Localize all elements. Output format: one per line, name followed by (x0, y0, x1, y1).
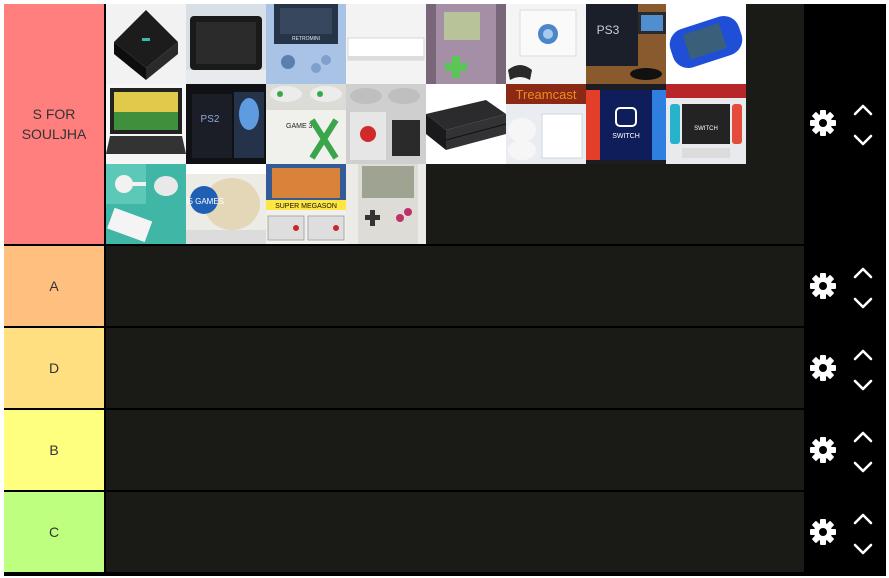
dark-console-tile[interactable] (106, 4, 186, 84)
move-down-chevron-icon[interactable] (852, 296, 874, 310)
tier-controls-b (804, 410, 886, 490)
move-down-chevron-icon[interactable] (852, 460, 874, 474)
tier-label-text: S FOR SOULJHA (21, 106, 87, 142)
black-slim-console-tile[interactable] (426, 84, 506, 164)
move-up-chevron-icon[interactable] (852, 348, 874, 362)
tier-row-s: S FOR SOULJHA RETROMINI PS3 PS2 GAME 3D … (4, 4, 886, 244)
tier-items-a[interactable] (106, 246, 804, 326)
ps3-box-tile[interactable]: PS3 (586, 4, 666, 84)
tier-label-text: B (49, 442, 59, 458)
tier-row-d: D (4, 328, 886, 408)
white-slim-console-tile[interactable] (346, 4, 426, 84)
tier-items-d[interactable] (106, 328, 804, 408)
teal-console-tile[interactable] (106, 164, 186, 244)
tier-row-c: C (4, 492, 886, 572)
tile-caption: SUPER MEGASON (275, 203, 337, 210)
tier-label-b[interactable]: B (4, 410, 104, 490)
tier-items-s[interactable]: RETROMINI PS3 PS2 GAME 3D Treamcast SWIT… (106, 4, 804, 244)
tile-caption: PS3 (597, 23, 620, 37)
settings-gear-icon[interactable] (809, 354, 837, 382)
tier-controls-c (804, 492, 886, 572)
tile-caption: SWITCH (694, 126, 718, 132)
tier-label-c[interactable]: C (4, 492, 104, 572)
white-tablet-console-tile[interactable] (186, 4, 266, 84)
game-3d-x-tile[interactable]: GAME 3D (266, 84, 346, 164)
blue-handheld-tile[interactable] (666, 4, 746, 84)
move-down-chevron-icon[interactable] (852, 378, 874, 392)
move-down-chevron-icon[interactable] (852, 542, 874, 556)
settings-gear-icon[interactable] (809, 109, 837, 137)
move-down-chevron-icon[interactable] (852, 133, 874, 147)
tier-row-a: A (4, 246, 886, 326)
tile-caption: 85 GAMES (186, 197, 224, 206)
tier-list: S FOR SOULJHA RETROMINI PS3 PS2 GAME 3D … (4, 4, 886, 576)
tier-controls-a (804, 246, 886, 326)
super-megason-tile[interactable]: SUPER MEGASON (266, 164, 346, 244)
controllers-bundle-tile[interactable] (346, 84, 426, 164)
purple-handheld-tile[interactable] (426, 4, 506, 84)
tile-caption: SWITCH (612, 133, 640, 140)
tier-row-b: B (4, 410, 886, 490)
tier-label-s[interactable]: S FOR SOULJHA (4, 4, 104, 244)
tier-label-text: D (48, 360, 60, 376)
tier-label-text: A (49, 278, 59, 294)
ps2-console-tile[interactable]: PS2 (186, 84, 266, 164)
tier-controls-s (804, 4, 886, 244)
move-up-chevron-icon[interactable] (852, 430, 874, 444)
tile-caption: Treamcast (516, 87, 577, 102)
tile-caption: PS2 (201, 114, 220, 125)
move-up-chevron-icon[interactable] (852, 266, 874, 280)
settings-gear-icon[interactable] (809, 436, 837, 464)
85-games-tile[interactable]: 85 GAMES (186, 164, 266, 244)
gameboy-tile[interactable] (346, 164, 426, 244)
portable-dvd-tile[interactable] (106, 84, 186, 164)
settings-gear-icon[interactable] (809, 272, 837, 300)
move-up-chevron-icon[interactable] (852, 103, 874, 117)
tier-label-a[interactable]: A (4, 246, 104, 326)
white-cube-console-tile[interactable] (506, 4, 586, 84)
move-up-chevron-icon[interactable] (852, 512, 874, 526)
tier-label-text: C (48, 524, 60, 540)
retro-handheld-tile[interactable]: RETROMINI (266, 4, 346, 84)
tier-items-c[interactable] (106, 492, 804, 572)
tier-controls-d (804, 328, 886, 408)
switch-console-tile[interactable]: SWITCH (666, 84, 746, 164)
tier-label-d[interactable]: D (4, 328, 104, 408)
tile-caption: RETROMINI (292, 36, 320, 42)
treamcast-tile[interactable]: Treamcast (506, 84, 586, 164)
switch-screen-tile[interactable]: SWITCH (586, 84, 666, 164)
settings-gear-icon[interactable] (809, 518, 837, 546)
tier-items-b[interactable] (106, 410, 804, 490)
